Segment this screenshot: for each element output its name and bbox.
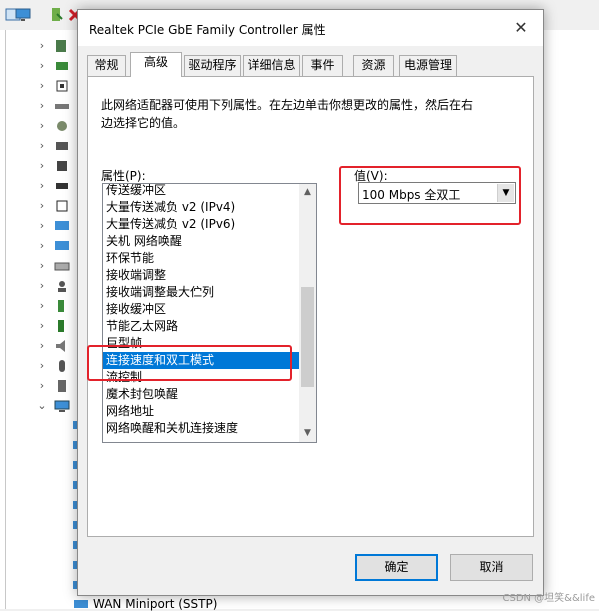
mouse-icon — [59, 360, 65, 372]
listbox-scrollbar[interactable]: ▲ ▼ — [299, 184, 316, 442]
chevron-right-icon[interactable]: › — [36, 199, 48, 213]
monitor-icon — [55, 241, 69, 250]
chip-icon — [56, 80, 68, 92]
watermark: CSDN @坦笑&&life — [502, 593, 595, 604]
close-icon[interactable]: ✕ — [499, 10, 543, 46]
property-item[interactable]: 魔术封包唤醒 — [103, 386, 299, 403]
property-item[interactable]: 接收端调整最大伫列 — [103, 284, 299, 301]
network-adapter-icon — [54, 400, 70, 412]
chevron-right-icon[interactable]: › — [36, 259, 48, 273]
chevron-right-icon[interactable]: › — [36, 339, 48, 353]
device-icon — [58, 320, 64, 332]
description-text: 此网络适配器可使用下列属性。在左边单击你想更改的属性，然后在右 边选择它的值。 — [101, 96, 501, 132]
property-item[interactable]: 环保节能 — [103, 250, 299, 267]
chevron-right-icon[interactable]: › — [36, 159, 48, 173]
properties-dialog: Realtek PCIe GbE Family Controller 属性 ✕ … — [77, 9, 544, 596]
property-item[interactable]: 网络地址 — [103, 403, 299, 420]
property-item[interactable]: 接收缓冲区 — [103, 301, 299, 318]
device-icon — [58, 380, 66, 392]
chevron-right-icon[interactable]: › — [36, 279, 48, 293]
chevron-right-icon[interactable]: › — [36, 99, 48, 113]
monitor-icon — [55, 221, 69, 230]
value-dropdown-selected: 100 Mbps 全双工 — [362, 188, 461, 202]
dialog-title-bar[interactable]: Realtek PCIe GbE Family Controller 属性 ✕ — [78, 10, 543, 46]
property-item[interactable]: 大量传送减负 v2 (IPv4) — [103, 199, 299, 216]
property-label: 属性(P): — [101, 169, 146, 183]
drive-icon — [55, 104, 69, 109]
chevron-down-icon[interactable]: ⌄ — [36, 399, 48, 413]
chevron-right-icon[interactable]: › — [36, 319, 48, 333]
tab-power-management[interactable]: 电源管理 — [399, 55, 457, 76]
chevron-right-icon[interactable]: › — [36, 79, 48, 93]
device-icon — [56, 142, 68, 150]
device-icon — [56, 40, 66, 52]
value-dropdown[interactable]: 100 Mbps 全双工 ▼ — [358, 182, 516, 204]
tab-strip: 常规 高级 驱动程序 详细信息 事件 资源 电源管理 — [87, 52, 537, 77]
property-item-selected[interactable]: 连接速度和双工模式 — [103, 352, 299, 369]
speaker-icon — [56, 340, 65, 352]
scroll-thumb[interactable] — [301, 287, 314, 387]
device-icon — [57, 161, 67, 171]
scroll-up-icon[interactable]: ▲ — [299, 184, 316, 201]
tab-details[interactable]: 详细信息 — [243, 55, 300, 76]
cancel-button[interactable]: 取消 — [450, 554, 533, 581]
chevron-right-icon[interactable]: › — [36, 139, 48, 153]
tab-events[interactable]: 事件 — [302, 55, 343, 76]
property-item[interactable]: 传送缓冲区 — [103, 184, 299, 199]
chevron-right-icon[interactable]: › — [36, 239, 48, 253]
chevron-right-icon[interactable]: › — [36, 179, 48, 193]
processor-icon — [56, 200, 68, 212]
tab-resources[interactable]: 资源 — [353, 55, 394, 76]
dialog-title: Realtek PCIe GbE Family Controller 属性 — [89, 23, 326, 37]
monitor-icon[interactable] — [14, 6, 32, 24]
chevron-right-icon[interactable]: › — [36, 59, 48, 73]
description-line: 此网络适配器可使用下列属性。在左边单击你想更改的属性，然后在右 — [101, 98, 474, 112]
property-item[interactable]: 大量传送减负 v2 (IPv6) — [103, 216, 299, 233]
chevron-right-icon[interactable]: › — [36, 39, 48, 53]
property-item[interactable]: 节能乙太网路 — [103, 318, 299, 335]
chevron-right-icon[interactable]: › — [36, 219, 48, 233]
chevron-right-icon[interactable]: › — [36, 379, 48, 393]
chevron-down-icon[interactable]: ▼ — [497, 184, 514, 202]
update-driver-icon[interactable] — [48, 6, 66, 24]
chevron-right-icon[interactable]: › — [36, 119, 48, 133]
chevron-right-icon[interactable]: › — [36, 299, 48, 313]
property-item[interactable]: 巨型帧 — [103, 335, 299, 352]
scroll-down-icon[interactable]: ▼ — [299, 425, 316, 442]
property-item[interactable]: 关机 网络唤醒 — [103, 233, 299, 250]
property-item[interactable]: 网络唤醒和关机连接速度 — [103, 420, 299, 437]
property-listbox[interactable]: 传送缓冲区 大量传送减负 v2 (IPv4) 大量传送减负 v2 (IPv6) … — [102, 183, 317, 443]
device-icon — [56, 183, 68, 189]
device-icon — [58, 300, 64, 312]
advanced-tab-panel: 此网络适配器可使用下列属性。在左边单击你想更改的属性，然后在右 边选择它的值。 … — [87, 76, 534, 537]
device-icon — [56, 62, 68, 70]
user-icon — [58, 281, 66, 292]
keyboard-icon — [54, 262, 70, 271]
property-item[interactable]: 流控制 — [103, 369, 299, 386]
tab-advanced[interactable]: 高级 — [130, 52, 182, 77]
network-adapter-icon — [74, 600, 88, 608]
ok-button[interactable]: 确定 — [355, 554, 438, 581]
description-line: 边选择它的值。 — [101, 116, 186, 130]
chevron-right-icon[interactable]: › — [36, 359, 48, 373]
property-item[interactable]: 接收端调整 — [103, 267, 299, 284]
tab-general[interactable]: 常规 — [87, 55, 126, 76]
device-icon — [57, 121, 67, 131]
tab-driver[interactable]: 驱动程序 — [184, 55, 241, 76]
